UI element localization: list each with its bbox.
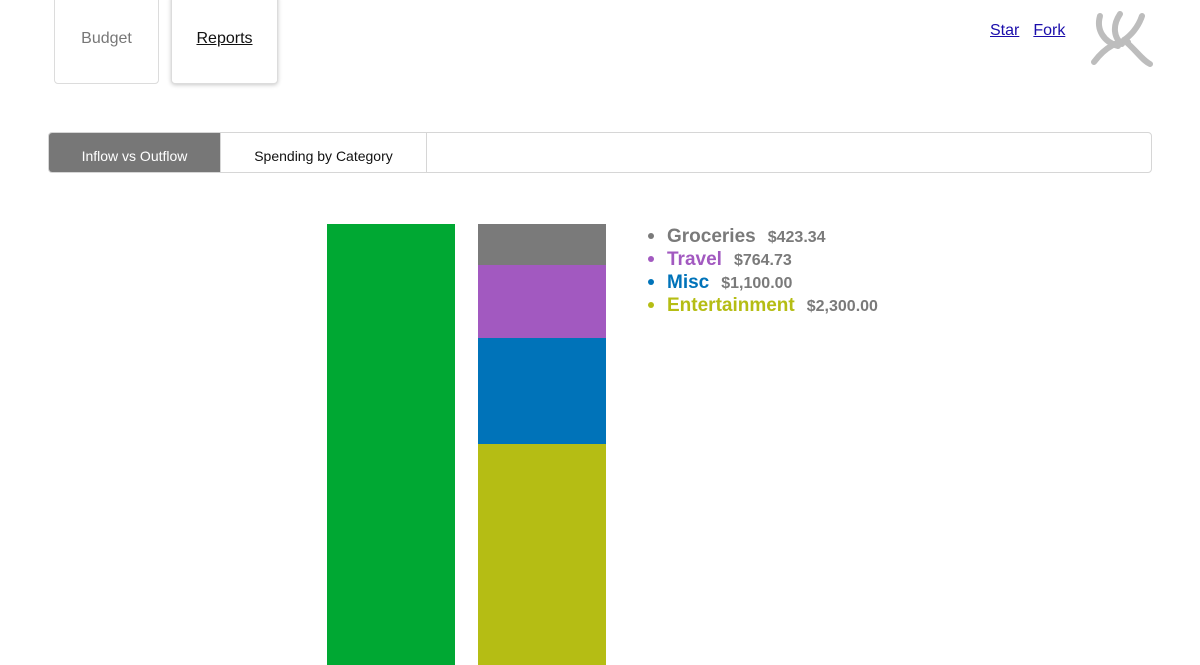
- report-tabs: Inflow vs Outflow Spending by Category: [48, 132, 1152, 173]
- legend-category: Groceries: [667, 226, 756, 247]
- tab-spending-by-category-label: Spending by Category: [254, 147, 393, 164]
- nav-tab-reports-label: Reports: [196, 30, 253, 47]
- nav-tab-reports[interactable]: Reports: [171, 0, 278, 84]
- legend-bullet-icon: [648, 256, 654, 262]
- leaf-logo-icon: [1091, 11, 1153, 67]
- app-page: Budget Reports Star Fork Inflow vs Outfl…: [0, 0, 1200, 665]
- tab-inflow-vs-outflow-label: Inflow vs Outflow: [81, 147, 188, 164]
- legend-bullet-icon: [648, 233, 654, 239]
- legend-item: Misc $1,100.00: [648, 272, 878, 295]
- nav-tab-budget-label: Budget: [81, 30, 132, 47]
- legend-item: Entertainment $2,300.00: [648, 295, 878, 318]
- nav-tab-budget[interactable]: Budget: [54, 0, 159, 84]
- legend-category: Entertainment: [667, 295, 795, 316]
- legend-amount: $1,100.00: [721, 275, 793, 292]
- legend-amount: $2,300.00: [806, 298, 878, 315]
- github-links: Star Fork: [990, 22, 1065, 40]
- legend-bullet-icon: [648, 302, 654, 308]
- outflow-segment-travel[interactable]: [478, 264, 606, 339]
- legend-amount: $423.34: [767, 229, 826, 246]
- legend-category: Misc: [667, 272, 710, 293]
- chart-legend: Groceries $423.34 Travel $764.73 Misc $1,100.…: [648, 226, 878, 318]
- legend-item: Travel $764.73: [648, 249, 878, 272]
- legend-amount: $764.73: [733, 252, 792, 269]
- inflow-bar[interactable]: [327, 224, 455, 665]
- outflow-segment-entertainment[interactable]: [478, 443, 606, 665]
- legend-category: Travel: [667, 249, 722, 270]
- star-link[interactable]: Star: [990, 22, 1019, 40]
- tab-spending-by-category[interactable]: Spending by Category: [221, 133, 427, 172]
- outflow-segment-groceries[interactable]: [478, 224, 606, 265]
- outflow-segment-misc[interactable]: [478, 338, 606, 444]
- tab-inflow-vs-outflow[interactable]: Inflow vs Outflow: [49, 133, 221, 172]
- fork-link[interactable]: Fork: [1033, 22, 1065, 40]
- legend-bullet-icon: [648, 279, 654, 285]
- legend-item: Groceries $423.34: [648, 226, 878, 249]
